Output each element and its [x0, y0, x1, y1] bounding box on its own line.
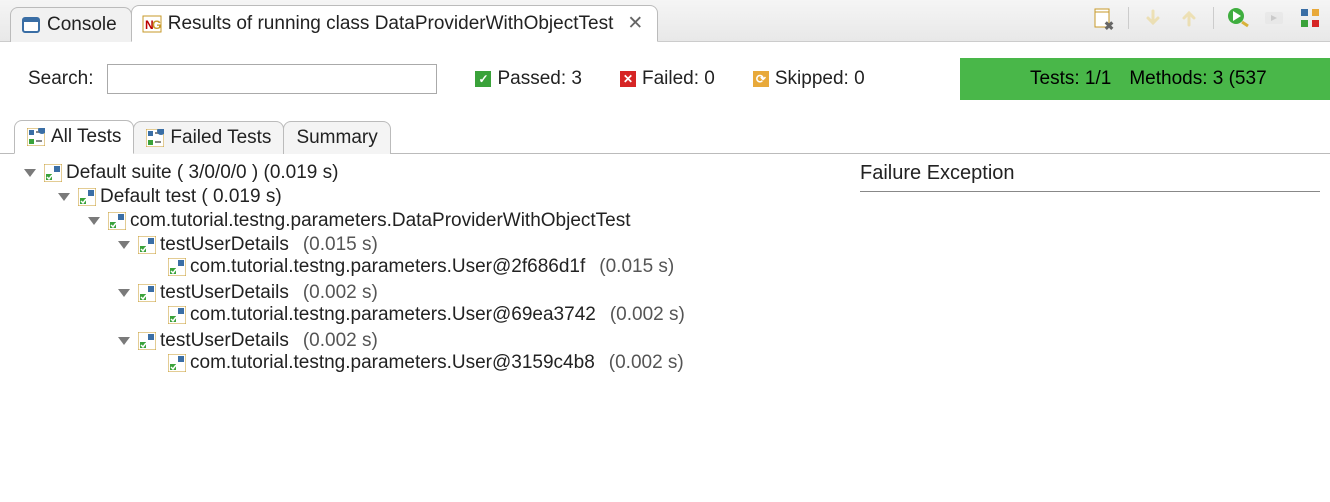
test-label: Default test ( 0.019 s) — [100, 186, 282, 208]
search-input[interactable] — [107, 64, 437, 94]
tree-method-row[interactable]: testUserDetails (0.015 s) — [24, 234, 850, 256]
svg-text:✖: ✖ — [1104, 19, 1114, 30]
invocation-time: (0.015 s) — [599, 256, 674, 278]
method-icon — [138, 284, 156, 302]
invocation-icon — [168, 306, 186, 324]
expand-icon[interactable] — [24, 169, 36, 177]
testng-icon — [142, 14, 162, 34]
toolbar-right: ✖ — [1092, 6, 1322, 30]
summary-methods: Methods: 3 (537 — [1129, 68, 1266, 90]
suite-label: Default suite ( 3/0/0/0 ) (0.019 s) — [66, 162, 338, 184]
view-tab-bar: Console Results of running class DataPro… — [0, 0, 1330, 42]
method-icon — [138, 236, 156, 254]
invocation-icon — [168, 354, 186, 372]
expand-icon[interactable] — [118, 337, 130, 345]
summary-tests: Tests: 1/1 — [1030, 68, 1111, 90]
tab-failed-tests[interactable]: Failed Tests — [133, 121, 284, 154]
content-columns: Default suite ( 3/0/0/0 ) (0.019 s) Defa… — [0, 154, 1330, 502]
view-menu-icon[interactable] — [1298, 6, 1322, 30]
failed-icon: ✕ — [620, 71, 636, 87]
method-time: (0.002 s) — [303, 330, 378, 352]
separator — [1128, 7, 1129, 29]
prev-failure-icon — [1177, 6, 1201, 30]
expand-icon[interactable] — [118, 241, 130, 249]
suite-icon — [44, 164, 62, 182]
method-label: testUserDetails — [160, 234, 289, 256]
tree-icon — [146, 129, 164, 147]
class-label: com.tutorial.testng.parameters.DataProvi… — [130, 210, 631, 232]
search-label: Search: — [28, 68, 93, 90]
invocation-label: com.tutorial.testng.parameters.User@2f68… — [190, 256, 585, 278]
passed-label: Passed: 3 — [497, 68, 582, 90]
console-icon — [21, 15, 41, 35]
class-icon — [108, 212, 126, 230]
failed-stat: ✕ Failed: 0 — [620, 68, 715, 90]
separator — [1213, 7, 1214, 29]
method-time: (0.015 s) — [303, 234, 378, 256]
method-label: testUserDetails — [160, 330, 289, 352]
tab-results-label: Results of running class DataProviderWit… — [168, 13, 614, 35]
passed-stat: ✓ Passed: 3 — [475, 68, 582, 90]
tree-invocation-row[interactable]: com.tutorial.testng.parameters.User@2f68… — [24, 256, 850, 278]
tree-method-row[interactable]: testUserDetails (0.002 s) — [24, 282, 850, 304]
close-icon[interactable]: ✕ — [627, 12, 643, 35]
failure-header: Failure Exception — [860, 162, 1320, 192]
next-failure-icon — [1141, 6, 1165, 30]
method-icon — [138, 332, 156, 350]
expand-icon[interactable] — [118, 289, 130, 297]
rerun-failed-icon — [1262, 6, 1286, 30]
tree-suite-row[interactable]: Default suite ( 3/0/0/0 ) (0.019 s) — [24, 162, 850, 184]
method-label: testUserDetails — [160, 282, 289, 304]
invocation-label: com.tutorial.testng.parameters.User@69ea… — [190, 304, 596, 326]
tree-invocation-row[interactable]: com.tutorial.testng.parameters.User@3159… — [24, 352, 850, 374]
clear-results-icon[interactable]: ✖ — [1092, 6, 1116, 30]
tree-invocation-row[interactable]: com.tutorial.testng.parameters.User@69ea… — [24, 304, 850, 326]
tab-console[interactable]: Console — [10, 7, 132, 42]
invocation-time: (0.002 s) — [610, 304, 685, 326]
tab-summary[interactable]: Summary — [283, 121, 390, 154]
result-tabs: All Tests Failed Tests Summary — [0, 116, 1330, 154]
skipped-label: Skipped: 0 — [775, 68, 865, 90]
tab-results[interactable]: Results of running class DataProviderWit… — [131, 5, 659, 42]
failed-label: Failed: 0 — [642, 68, 715, 90]
failure-panel: Failure Exception — [850, 154, 1330, 502]
invocation-label: com.tutorial.testng.parameters.User@3159… — [190, 352, 595, 374]
skipped-stat: ⟳ Skipped: 0 — [753, 68, 865, 90]
skipped-icon: ⟳ — [753, 71, 769, 87]
expand-icon[interactable] — [88, 217, 100, 225]
passed-icon: ✓ — [475, 71, 491, 87]
tab-all-tests[interactable]: All Tests — [14, 120, 134, 154]
expand-icon[interactable] — [58, 193, 70, 201]
tab-failed-tests-label: Failed Tests — [170, 127, 271, 149]
stats-bar: Search: ✓ Passed: 3 ✕ Failed: 0 ⟳ Skippe… — [0, 42, 1330, 116]
method-time: (0.002 s) — [303, 282, 378, 304]
tree-method-row[interactable]: testUserDetails (0.002 s) — [24, 330, 850, 352]
tree-class-row[interactable]: com.tutorial.testng.parameters.DataProvi… — [24, 210, 850, 232]
invocation-icon — [168, 258, 186, 276]
tree-icon — [27, 128, 45, 146]
tree-test-row[interactable]: Default test ( 0.019 s) — [24, 186, 850, 208]
summary-banner: Tests: 1/1 Methods: 3 (537 — [960, 58, 1330, 100]
rerun-icon[interactable] — [1226, 6, 1250, 30]
tab-console-label: Console — [47, 14, 117, 36]
test-tree: Default suite ( 3/0/0/0 ) (0.019 s) Defa… — [0, 154, 850, 502]
test-icon — [78, 188, 96, 206]
invocation-time: (0.002 s) — [609, 352, 684, 374]
tab-summary-label: Summary — [296, 127, 377, 149]
tab-all-tests-label: All Tests — [51, 126, 121, 148]
